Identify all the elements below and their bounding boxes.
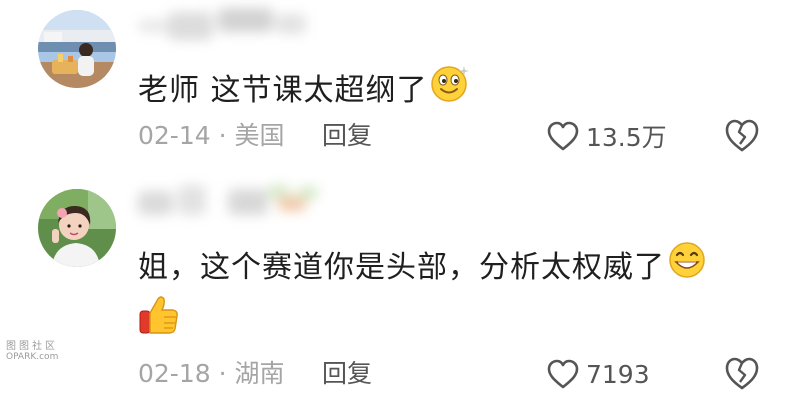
comment-meta: 02-14 · 美国: [138, 119, 285, 153]
dislike-button[interactable]: [722, 116, 762, 156]
comment-location: 湖南: [234, 359, 285, 388]
like-count: 13.5万: [586, 123, 667, 152]
smiling-face-emoji: [430, 63, 472, 114]
like-button[interactable]: 13.5万: [546, 116, 667, 156]
broken-heart-icon: [725, 119, 759, 152]
avatar-photo: [38, 10, 116, 88]
grinning-face-emoji: [667, 240, 707, 291]
avatar[interactable]: [38, 10, 116, 88]
watermark: 图图社区 OPARK.com: [6, 341, 59, 363]
comment-date: 02-18: [138, 359, 211, 388]
meta-separator: ·: [218, 121, 227, 150]
comment-location: 美国: [234, 121, 285, 150]
comment-text-content: 姐，这个赛道你是头部，分析太权威了: [138, 250, 665, 285]
comment-meta: 02-18 · 湖南: [138, 357, 285, 391]
comment-item: 老师 这节课太超纲了 02-14 · 美国 回复 13.5万: [0, 0, 800, 185]
avatar[interactable]: [38, 189, 116, 267]
like-button[interactable]: 7193: [546, 354, 650, 394]
comment-text-content: 老师 这节课太超纲了: [138, 73, 428, 108]
heart-outline-icon: [547, 359, 579, 389]
comment-item: 姐，这个赛道你是头部，分析太权威了 02-18 · 湖南 回复 7193: [0, 185, 800, 415]
broken-heart-icon: [725, 357, 759, 390]
heart-outline-icon: [547, 121, 579, 151]
reply-button[interactable]: 回复: [322, 119, 372, 153]
comment-date: 02-14: [138, 121, 211, 150]
dislike-button[interactable]: [722, 354, 762, 394]
watermark-line2: OPARK.com: [6, 352, 59, 362]
watermark-line1: 图图社区: [6, 341, 58, 352]
comment-text: 老师 这节课太超纲了: [138, 66, 472, 117]
avatar-photo: [38, 189, 116, 267]
like-count: 7193: [586, 359, 650, 389]
meta-separator: ·: [218, 359, 227, 388]
reply-button[interactable]: 回复: [322, 357, 372, 391]
thumbs-up-emoji: [138, 293, 180, 341]
comment-text: 姐，这个赛道你是头部，分析太权威了: [138, 240, 707, 294]
